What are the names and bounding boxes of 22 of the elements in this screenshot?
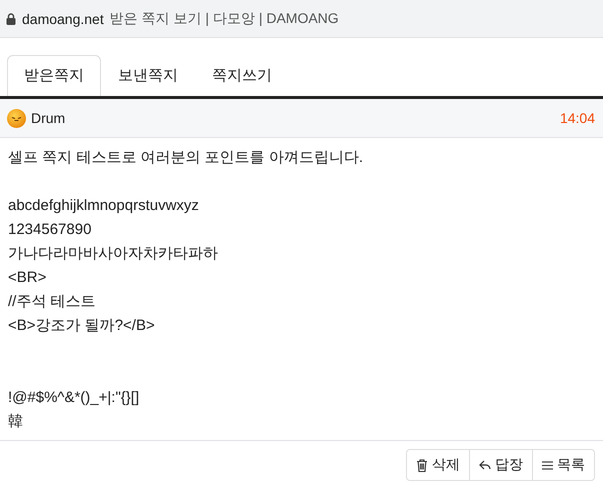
list-button[interactable]: 목록 [532,450,594,480]
message-line: <BR> [8,268,48,288]
sender-name: Drum [31,110,66,126]
trash-icon [416,458,428,472]
message-time: 14:04 [560,110,595,126]
tab[interactable]: 받은쪽지 [7,55,101,96]
domain-text: damoang.net [22,10,104,26]
message-line: 셀프 쪽지 테스트로 여러분의 포인트를 아껴드립니다. [8,148,364,168]
message-line: 1234567890 [8,220,92,240]
avatar-icon [7,108,26,128]
tab[interactable]: 보낸쪽지 [101,55,195,96]
message-line: abcdefghijklmnopqrstuvwxyz [8,196,200,216]
lock-icon [6,12,16,24]
message-line: <B>강조가 될까?</B> [8,316,156,336]
reply-icon [479,460,491,470]
message-line: !@#$%^&*()_+|:"{}[] [8,388,140,408]
message-line: 가나다라마바사아자차카타파하 [8,244,219,264]
message-line: 韓 [8,412,24,432]
tab[interactable]: 쪽지쓰기 [195,55,289,96]
page-title: 받은 쪽지 보기 | 다모앙 | DAMOANG [110,10,339,28]
message-line: //주석 테스트 [8,292,97,312]
list-icon [542,460,553,470]
